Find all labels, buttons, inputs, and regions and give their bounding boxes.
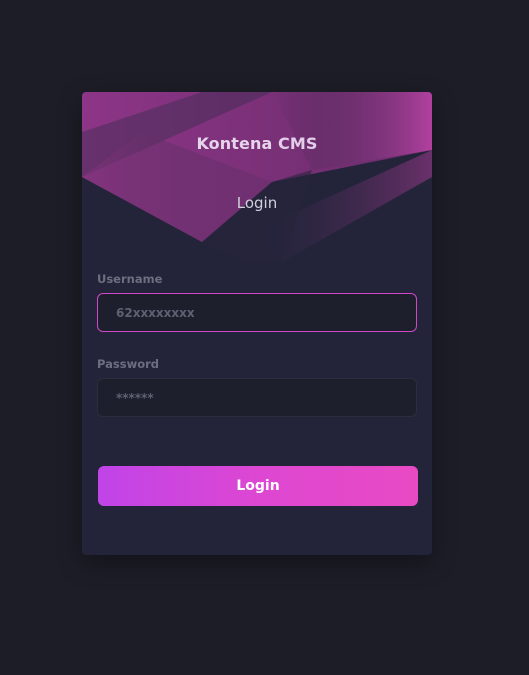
login-button[interactable]: Login bbox=[98, 466, 418, 506]
brand-name: Kontena bbox=[196, 134, 273, 153]
header-decoration bbox=[82, 92, 432, 262]
form-title: Login bbox=[236, 194, 278, 212]
username-label: Username bbox=[97, 272, 163, 286]
brand-title: Kontena CMS bbox=[82, 134, 432, 153]
brand-suffix: CMS bbox=[278, 134, 318, 153]
login-card: Kontena CMS Login Username Password Logi… bbox=[82, 92, 432, 555]
password-input[interactable] bbox=[97, 378, 417, 417]
username-input[interactable] bbox=[97, 293, 417, 332]
password-label: Password bbox=[97, 357, 159, 371]
